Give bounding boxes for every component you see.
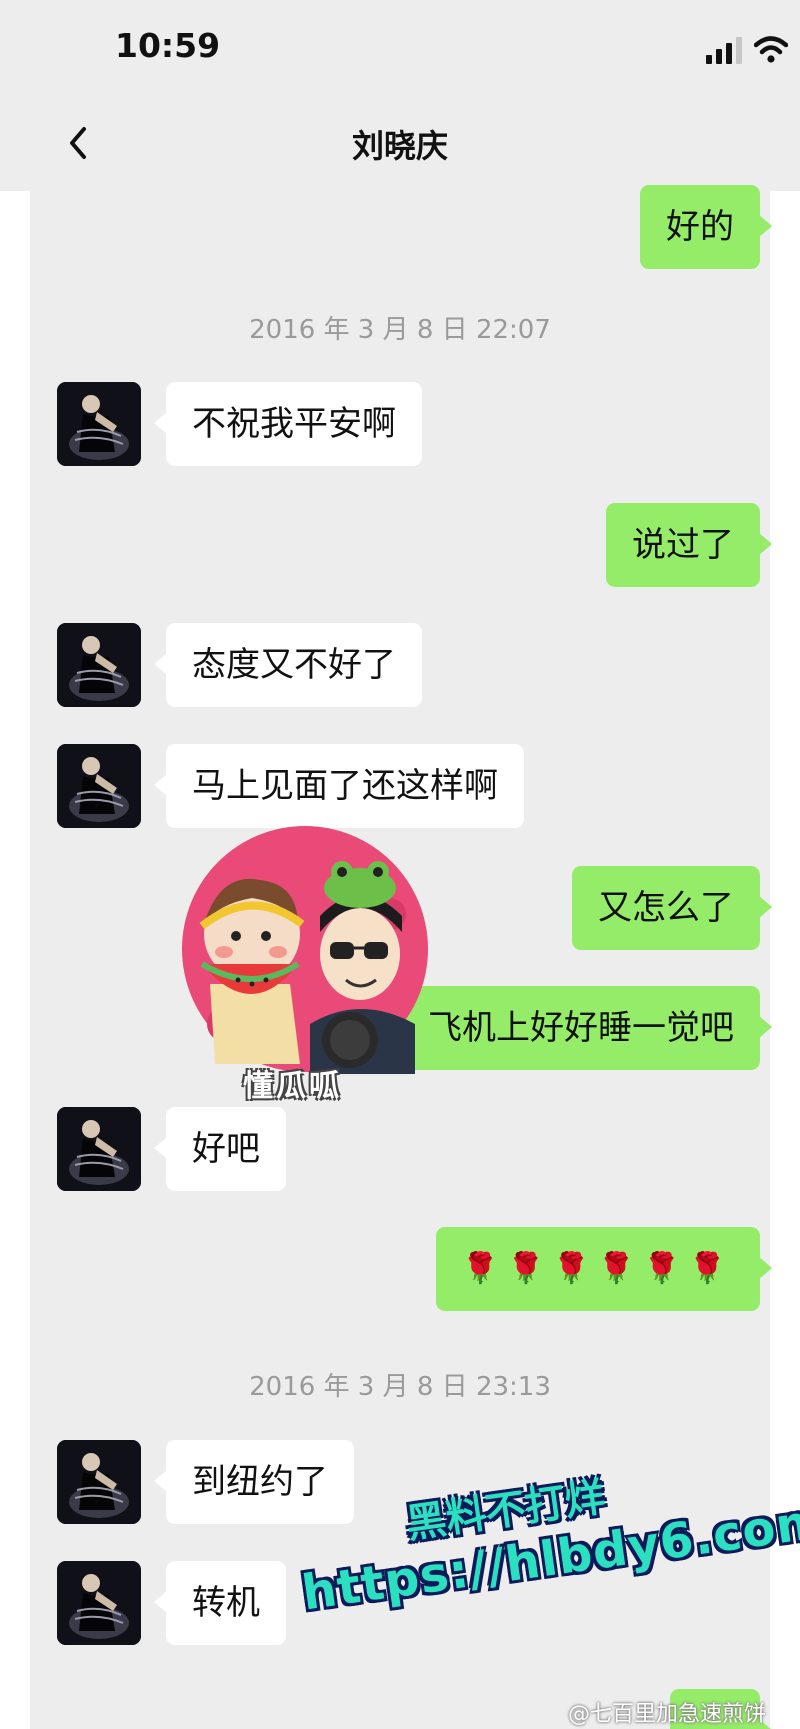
message-bubble-out[interactable]: 🌹🌹🌹🌹🌹🌹 (435, 1227, 773, 1311)
status-bar: 10:59 (0, 0, 800, 95)
chat-title: 刘晓庆 (351, 127, 448, 165)
status-time: 10:59 (115, 26, 221, 65)
message-bubble-in[interactable]: 态度又不好了 (154, 623, 422, 707)
nav-bar: 刘晓庆 (0, 95, 800, 191)
chat-screen: 10:59 刘晓庆 好的 2016 年 3 月 8 日 22:07 不祝我平安啊… (0, 0, 800, 1729)
message-bubble-in[interactable]: 不祝我平安啊 (154, 382, 422, 466)
message-bubble-out[interactable]: 又怎么了 (572, 866, 772, 950)
contact-avatar[interactable] (57, 382, 141, 466)
message-bubble-in[interactable]: 马上见面了还这样啊 (154, 744, 524, 828)
sticker-caption: 懂瓜呱 (243, 1069, 342, 1104)
message-bubble-in[interactable]: 转机 (154, 1561, 286, 1645)
wifi-icon (754, 36, 788, 63)
contact-avatar[interactable] (57, 1561, 141, 1645)
message-timestamp: 2016 年 3 月 8 日 22:07 (249, 315, 551, 345)
message-bubble-out[interactable]: 说过了 (606, 503, 772, 587)
cartoon-sticker (182, 826, 428, 1074)
message-timestamp: 2016 年 3 月 8 日 23:13 (249, 1372, 551, 1402)
message-bubble-in[interactable]: 好吧 (154, 1107, 286, 1191)
contact-avatar[interactable] (57, 744, 141, 828)
contact-avatar[interactable] (57, 623, 141, 707)
contact-avatar[interactable] (57, 1107, 141, 1191)
message-bubble-out[interactable]: 好的 (640, 185, 772, 269)
message-bubble-in[interactable]: 到纽约了 (154, 1440, 354, 1524)
message-bubble-out[interactable]: 飞机上好好睡一觉吧 (402, 986, 772, 1070)
weibo-credit: @七百里加急速煎饼 (568, 1702, 767, 1727)
message-list[interactable]: 好的 2016 年 3 月 8 日 22:07 不祝我平安啊 说过了 态度又不好… (0, 185, 800, 1729)
cellular-signal-icon (706, 37, 746, 64)
contact-avatar[interactable] (57, 1440, 141, 1524)
